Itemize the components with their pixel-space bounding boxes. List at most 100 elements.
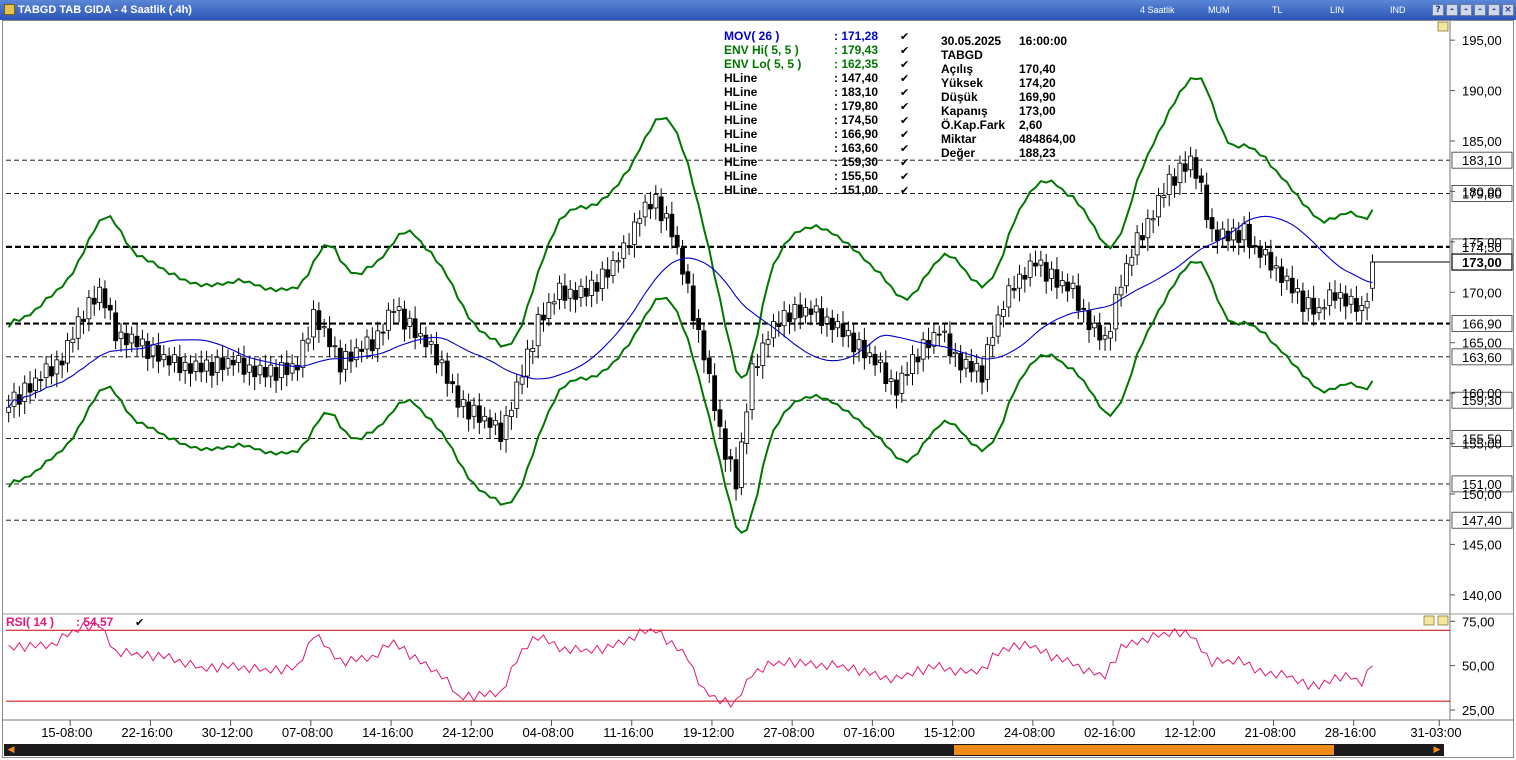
candle-body: [701, 330, 707, 361]
candle-body: [910, 354, 915, 374]
price-tick-label: 145,00: [1462, 537, 1502, 552]
legend-name: ENV Lo( 5, 5 ): [724, 57, 801, 71]
candle-body: [193, 360, 199, 372]
candle-body: [1354, 298, 1359, 312]
legend-name: HLine: [724, 183, 758, 197]
candle-body: [412, 318, 418, 339]
candle-body: [1054, 269, 1060, 288]
candle-body: [605, 269, 611, 278]
candle-body: [1001, 309, 1006, 317]
price-tick-label: 195,00: [1462, 33, 1502, 48]
candle-body: [380, 331, 386, 334]
candle-body: [514, 381, 520, 409]
candle-body: [1150, 218, 1156, 221]
time-tick-label: 15-12:00: [924, 725, 975, 740]
candle-body: [439, 359, 445, 364]
candle-body: [198, 362, 204, 373]
candle-body: [1279, 266, 1284, 283]
candle-body: [1263, 249, 1268, 256]
candle-body: [129, 333, 135, 344]
candle-body: [541, 314, 546, 321]
legend-name: HLine: [724, 85, 758, 99]
candle-body: [1059, 280, 1065, 287]
moving-average-line: [8, 215, 1373, 408]
candle-body: [364, 336, 370, 350]
time-axis: 15-08:00 22-16:00 30-12:00 07-08:00 14-16:00…: [2, 719, 1514, 740]
legend-value: : 155,50: [834, 169, 878, 183]
legend-check-icon: ✔: [900, 115, 909, 127]
candle-body: [65, 340, 70, 364]
rsi-panel-close-icon: [1437, 615, 1449, 626]
info-label: Açılış: [941, 62, 973, 76]
candle-body: [615, 260, 621, 263]
legend-name: HLine: [724, 99, 758, 113]
candle-body: [402, 308, 407, 330]
info-value: 173,00: [1019, 104, 1056, 118]
candle-body: [1172, 176, 1177, 186]
candle-body: [156, 344, 161, 362]
scroll-right-icon[interactable]: ▶: [1432, 745, 1442, 755]
candle-body: [177, 356, 183, 374]
candle-body: [1065, 281, 1071, 292]
candle-body: [599, 268, 605, 289]
envelope-lo-line: [7, 260, 1374, 534]
candle-body: [958, 353, 964, 371]
legend-name: HLine: [724, 127, 758, 141]
scroll-left-icon[interactable]: ◀: [6, 745, 16, 755]
candle-body: [690, 285, 696, 321]
chart-scrollbar[interactable]: ◀ ▶: [4, 744, 1444, 756]
price-tick-label: 190,00: [1462, 84, 1502, 99]
candle-body: [75, 316, 81, 339]
hline-price-label: 166,90: [1462, 317, 1502, 332]
scroll-thumb[interactable]: [954, 745, 1334, 755]
candle-body: [492, 419, 498, 426]
candle-body: [1166, 173, 1172, 195]
candle-body: [508, 409, 514, 417]
candle-body: [113, 312, 119, 342]
candle-body: [851, 332, 857, 353]
candle-body: [931, 332, 937, 347]
candle-body: [337, 347, 343, 373]
candle-body: [621, 242, 627, 259]
candle-body: [43, 363, 49, 379]
candle-body: [1300, 290, 1306, 312]
price-tick-label: 140,00: [1462, 588, 1502, 603]
candle-body: [519, 376, 525, 385]
candle-body: [1236, 230, 1242, 243]
candle-body: [968, 361, 974, 373]
legend-value: : 179,80: [834, 99, 878, 113]
candle-body: [70, 338, 76, 343]
candle-body: [241, 357, 247, 375]
candle-body: [722, 428, 728, 460]
candle-body: [33, 377, 38, 392]
info-value: 484864,00: [1019, 132, 1076, 146]
candle-body: [1348, 295, 1354, 305]
candle-body: [418, 333, 423, 337]
legend-check-icon: ✔: [900, 171, 909, 183]
candle-body: [829, 317, 835, 331]
candle-body: [188, 363, 193, 374]
candle-body: [252, 365, 258, 378]
legend-name: MOV( 26 ): [724, 29, 779, 43]
candle-body: [236, 355, 242, 363]
candle-body: [1193, 157, 1199, 179]
legend-name: HLine: [724, 141, 758, 155]
candle-body: [819, 308, 824, 326]
candle-body: [1332, 292, 1338, 301]
time-tick-label: 19-12:00: [683, 725, 734, 740]
candle-body: [503, 414, 509, 440]
legend-check-icon: ✔: [900, 87, 909, 99]
candle-body: [658, 196, 664, 222]
candle-body: [1043, 262, 1049, 282]
candle-body: [717, 409, 723, 427]
candle-body: [637, 218, 643, 224]
time-tick-label: 31-03:00: [1410, 725, 1461, 740]
candle-body: [391, 311, 397, 313]
time-tick-label: 27-08:00: [763, 725, 814, 740]
legend-value: : 163,60: [834, 141, 878, 155]
price-chart-svg[interactable]: 183,10179,80174,50166,90163,60159,30155,…: [0, 0, 1516, 742]
candle-body: [578, 285, 584, 298]
candle-body: [273, 367, 279, 381]
candle-body: [1161, 195, 1167, 198]
candle-body: [204, 359, 209, 372]
